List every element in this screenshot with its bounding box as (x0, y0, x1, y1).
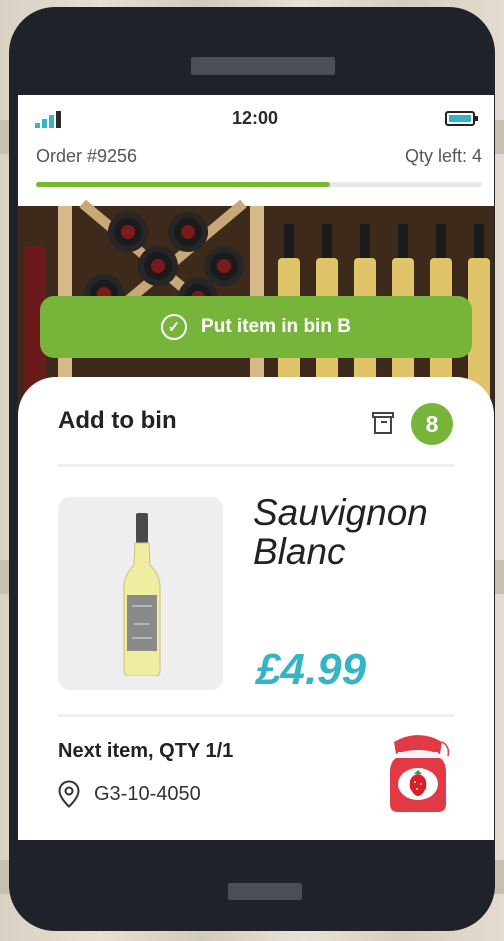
clock: 12:00 (232, 108, 279, 128)
bin-card: Add to bin 8 Sauvignon Blanc £4.99 Next … (18, 377, 494, 840)
wine-bottle-icon (123, 513, 161, 676)
order-progress-bar (36, 182, 482, 187)
qty-left: Qty left: 4 (404, 146, 482, 166)
phone-speaker (191, 57, 335, 75)
product-price: £4.99 (256, 645, 367, 694)
map-pin-icon (58, 780, 80, 808)
bin-count-badge: 8 (411, 403, 453, 445)
next-item-label: Next item, QTY 1/1 (58, 740, 234, 762)
phone-home-bar (228, 883, 302, 900)
put-item-in-bin-button[interactable]: ✓ Put item in bin B (40, 296, 472, 358)
status-header: 12:00 Order #9256 Qty left: 4 (18, 95, 494, 206)
signal-icon (35, 110, 65, 128)
bin-icon[interactable] (372, 412, 394, 434)
divider (58, 714, 454, 717)
next-item-location: G3-10-4050 (94, 783, 201, 805)
check-circle-icon: ✓ (161, 314, 188, 340)
jam-jar-icon[interactable] (384, 732, 452, 814)
order-progress-fill (36, 182, 331, 187)
product-image (58, 497, 223, 690)
order-number: Order #9256 (36, 146, 138, 166)
app-screen: 12:00 Order #9256 Qty left: 4 ✓ Put item… (18, 95, 494, 840)
battery-icon (445, 111, 478, 126)
product-name: Sauvignon Blanc (253, 492, 428, 572)
card-title: Add to bin (58, 407, 177, 434)
put-item-label: Put item in bin B (201, 316, 351, 337)
divider (58, 464, 454, 467)
